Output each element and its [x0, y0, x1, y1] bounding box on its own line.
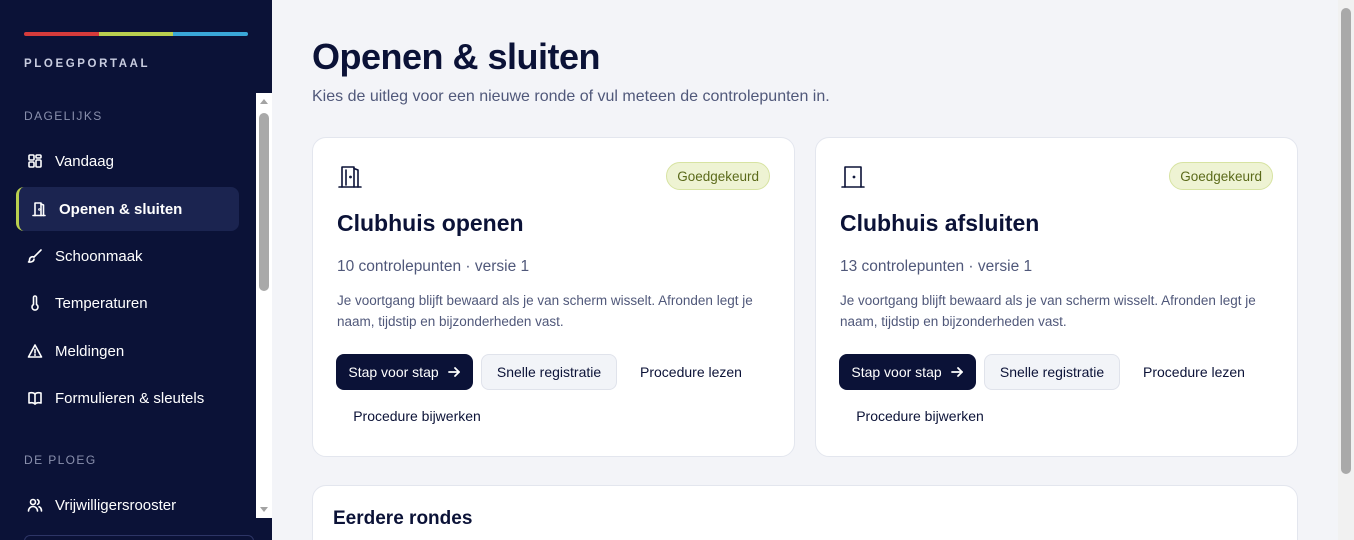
procedure-card-openen: Goedgekeurd Clubhuis openen 10 controlep… — [312, 137, 795, 457]
door-icon — [30, 200, 48, 218]
status-badge: Goedgekeurd — [1169, 162, 1273, 190]
sidebar-item-label: Openen & sluiten — [59, 200, 183, 218]
page-title: Openen & sluiten — [312, 36, 601, 77]
read-procedure-button[interactable]: Procedure lezen — [1128, 354, 1260, 390]
door-closed-icon — [840, 164, 866, 190]
sidebar-item-meldingen[interactable]: Meldingen — [16, 329, 239, 373]
sidebar-next-item — [24, 535, 254, 540]
read-procedure-button[interactable]: Procedure lezen — [625, 354, 757, 390]
quick-registration-button[interactable]: Snelle registratie — [984, 354, 1120, 390]
sidebar-item-label: Temperaturen — [55, 294, 148, 312]
quick-registration-button[interactable]: Snelle registratie — [481, 354, 617, 390]
arrow-right-icon — [950, 365, 964, 379]
thermometer-icon — [26, 294, 44, 312]
card-meta: 13 controlepunten · versie 1 — [840, 258, 1033, 275]
users-icon — [26, 496, 44, 514]
sidebar-scroll-thumb[interactable] — [259, 113, 269, 291]
button-label: Stap voor stap — [851, 364, 942, 380]
page-scrollbar[interactable] — [1338, 0, 1354, 540]
card-description: Je voortgang blijft bewaard als je van s… — [840, 293, 1256, 329]
sidebar-item-vrijwilligersrooster[interactable]: Vrijwilligersrooster — [16, 483, 239, 527]
sidebar-item-label: Schoonmaak — [55, 247, 143, 265]
button-label: Stap voor stap — [348, 364, 439, 380]
brand-stripe — [24, 32, 248, 36]
sidebar: PLOEGPORTAAL DAGELIJKS Vandaag Openen & … — [0, 0, 272, 540]
sidebar-item-vandaag[interactable]: Vandaag — [16, 139, 239, 183]
scroll-up-icon[interactable] — [260, 99, 268, 104]
sidebar-item-openen-sluiten[interactable]: Openen & sluiten — [16, 187, 239, 231]
door-open-icon — [337, 164, 363, 190]
brush-icon — [26, 247, 44, 265]
previous-rounds-panel: Eerdere rondes — [312, 485, 1298, 540]
sidebar-item-label: Meldingen — [55, 342, 125, 360]
step-by-step-button[interactable]: Stap voor stap — [839, 354, 976, 390]
page-subtitle: Kies de uitleg voor een nieuwe ronde of … — [312, 88, 830, 105]
page-scroll-thumb[interactable] — [1341, 8, 1351, 474]
sidebar-item-label: Vrijwilligersrooster — [55, 496, 177, 514]
card-meta: 10 controlepunten · versie 1 — [337, 258, 530, 275]
sidebar-item-formulieren-sleutels[interactable]: Formulieren & sleutels — [16, 376, 239, 420]
procedure-card-afsluiten: Goedgekeurd Clubhuis afsluiten 13 contro… — [815, 137, 1298, 457]
update-procedure-button[interactable]: Procedure bijwerken — [840, 398, 1000, 434]
sidebar-item-temperaturen[interactable]: Temperaturen — [16, 281, 239, 325]
book-icon — [26, 389, 44, 407]
sidebar-item-label: Vandaag — [55, 152, 114, 170]
update-procedure-button[interactable]: Procedure bijwerken — [337, 398, 497, 434]
warning-icon — [26, 342, 44, 360]
card-description: Je voortgang blijft bewaard als je van s… — [337, 293, 753, 329]
arrow-right-icon — [447, 365, 461, 379]
status-badge: Goedgekeurd — [666, 162, 770, 190]
sidebar-item-schoonmaak[interactable]: Schoonmaak — [16, 234, 239, 278]
grid-icon — [26, 152, 44, 170]
scroll-down-icon[interactable] — [260, 507, 268, 512]
section-label-daily: DAGELIJKS — [24, 109, 103, 123]
card-title: Clubhuis openen — [337, 210, 524, 236]
brand-name: PLOEGPORTAAL — [24, 58, 151, 70]
step-by-step-button[interactable]: Stap voor stap — [336, 354, 473, 390]
sidebar-item-label: Formulieren & sleutels — [55, 389, 205, 407]
card-title: Clubhuis afsluiten — [840, 210, 1040, 236]
previous-rounds-title: Eerdere rondes — [333, 508, 473, 529]
section-label-team: DE PLOEG — [24, 453, 97, 467]
sidebar-scrollbar[interactable] — [256, 93, 272, 518]
